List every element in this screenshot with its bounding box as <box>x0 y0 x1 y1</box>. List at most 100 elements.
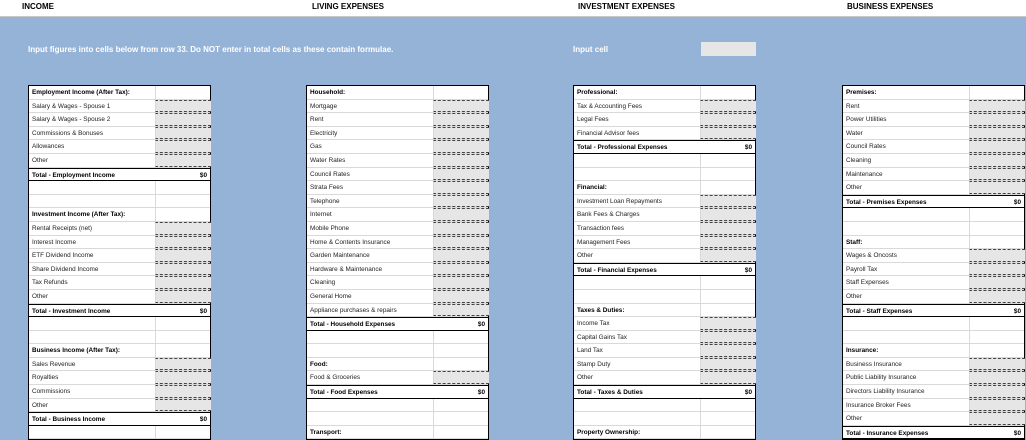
amount-input-cell[interactable] <box>969 181 1025 194</box>
row-label: Total - Professional Expenses <box>577 144 668 152</box>
amount-input-cell[interactable] <box>155 126 211 140</box>
row-label: Total - Staff Expenses <box>846 307 913 315</box>
row-label: ETF Dividend Income <box>32 252 94 260</box>
amount-input-cell[interactable] <box>155 357 211 371</box>
empty-value-cell <box>433 425 489 439</box>
row-label: Appliance purchases & repairs <box>310 306 397 314</box>
amount-input-cell[interactable] <box>155 398 211 412</box>
amount-input-cell[interactable] <box>433 249 489 262</box>
amount-input-cell[interactable] <box>700 208 756 221</box>
amount-input-cell[interactable] <box>155 249 211 262</box>
line-item-row-financial-advisor-fees: Financial Advisor fees <box>574 126 756 141</box>
amount-input-cell[interactable] <box>969 140 1025 153</box>
amount-input-cell[interactable] <box>433 289 489 303</box>
amount-input-cell[interactable] <box>969 262 1025 276</box>
empty-value-cell <box>700 181 756 194</box>
amount-input-cell[interactable] <box>155 385 211 398</box>
amount-input-cell[interactable] <box>969 289 1025 303</box>
amount-input-cell[interactable] <box>433 181 489 194</box>
amount-input-cell[interactable] <box>155 99 211 113</box>
amount-input-cell[interactable] <box>155 153 211 167</box>
amount-input-cell[interactable] <box>700 344 756 357</box>
amount-input-cell[interactable] <box>433 371 489 385</box>
amount-input-cell[interactable] <box>433 194 489 208</box>
row-label: Food: <box>310 360 328 368</box>
amount-input-cell[interactable] <box>969 412 1025 425</box>
amount-input-cell[interactable] <box>700 249 756 262</box>
total-row-total-insurance-expenses: Total - Insurance Expenses $0 <box>843 425 1024 440</box>
line-item-row-rental-receipts-net: Rental Receipts (net) <box>29 221 211 236</box>
amount-input-cell[interactable] <box>700 330 756 344</box>
line-item-row-other: Other <box>843 289 1025 304</box>
line-item-row-appliance-purchases-and-repairs: Appliance purchases & repairs <box>307 303 489 318</box>
row-label: Cleaning <box>846 156 872 164</box>
blank-row <box>307 398 488 413</box>
amount-input-cell[interactable] <box>969 126 1025 140</box>
blank-row <box>307 330 488 345</box>
amount-input-cell[interactable] <box>969 113 1025 126</box>
amount-input-cell[interactable] <box>433 153 489 167</box>
amount-input-cell[interactable] <box>700 221 756 235</box>
row-label: Council Rates <box>310 170 350 178</box>
amount-input-cell[interactable] <box>700 113 756 126</box>
section-heading-staff: Staff: <box>843 235 1024 250</box>
amount-input-cell[interactable] <box>155 262 211 276</box>
amount-input-cell[interactable] <box>969 99 1025 113</box>
amount-input-cell[interactable] <box>969 385 1025 398</box>
amount-input-cell[interactable] <box>433 126 489 140</box>
line-item-row-salary-and-wages-spouse-1: Salary & Wages - Spouse 1 <box>29 99 211 114</box>
amount-input-cell[interactable] <box>969 357 1025 371</box>
amount-input-cell[interactable] <box>700 357 756 371</box>
amount-input-cell[interactable] <box>969 398 1025 412</box>
amount-input-cell[interactable] <box>433 113 489 126</box>
amount-input-cell[interactable] <box>433 262 489 276</box>
amount-input-cell[interactable] <box>433 208 489 221</box>
amount-input-cell[interactable] <box>155 289 211 303</box>
amount-input-cell[interactable] <box>155 276 211 289</box>
amount-input-cell[interactable] <box>700 126 756 140</box>
amount-input-cell[interactable] <box>433 303 489 317</box>
amount-input-cell[interactable] <box>700 235 756 249</box>
line-item-row-commissions: Commissions <box>29 385 211 399</box>
amount-input-cell[interactable] <box>155 113 211 126</box>
amount-input-cell[interactable] <box>155 140 211 153</box>
section-heading-taxes-and-duties: Taxes & Duties: <box>574 303 755 318</box>
empty-value-cell <box>433 412 489 425</box>
line-item-row-cleaning: Cleaning <box>843 153 1025 168</box>
empty-value-cell <box>700 153 756 167</box>
line-item-row-maintenance: Maintenance <box>843 167 1025 182</box>
amount-input-cell[interactable] <box>155 221 211 235</box>
empty-value-cell <box>969 86 1025 99</box>
amount-input-cell[interactable] <box>433 235 489 249</box>
row-label: Salary & Wages - Spouse 1 <box>32 102 111 110</box>
amount-input-cell[interactable] <box>433 221 489 235</box>
amount-input-cell[interactable] <box>700 194 756 208</box>
amount-input-cell[interactable] <box>700 99 756 113</box>
amount-input-cell[interactable] <box>700 371 756 385</box>
line-item-row-council-rates: Council Rates <box>843 140 1025 154</box>
row-label: Power Utilities <box>846 116 887 124</box>
amount-input-cell[interactable] <box>155 371 211 385</box>
amount-input-cell[interactable] <box>969 167 1025 181</box>
amount-input-cell[interactable] <box>969 371 1025 385</box>
section-heading-financial: Financial: <box>574 181 755 195</box>
amount-input-cell[interactable] <box>433 276 489 289</box>
row-label: Business Income (After Tax): <box>32 347 120 355</box>
column-header-bar: INCOME LIVING EXPENSES INVESTMENT EXPENS… <box>0 0 1026 17</box>
amount-input-cell[interactable] <box>433 167 489 181</box>
row-label: Total - Premises Expenses <box>846 198 927 206</box>
amount-input-cell[interactable] <box>969 249 1025 262</box>
line-item-row-salary-and-wages-spouse-2: Salary & Wages - Spouse 2 <box>29 113 211 127</box>
row-label: Transport: <box>310 428 342 436</box>
line-item-row-other: Other <box>29 289 211 304</box>
amount-input-cell[interactable] <box>155 235 211 249</box>
row-label: Water <box>846 129 863 137</box>
blank-row <box>307 344 488 358</box>
row-label: Gas <box>310 143 322 151</box>
amount-input-cell[interactable] <box>969 276 1025 289</box>
amount-input-cell[interactable] <box>433 140 489 153</box>
amount-input-cell[interactable] <box>433 99 489 113</box>
amount-input-cell[interactable] <box>969 153 1025 167</box>
amount-input-cell[interactable] <box>700 317 756 330</box>
total-value-cell: $0 <box>1013 198 1021 206</box>
